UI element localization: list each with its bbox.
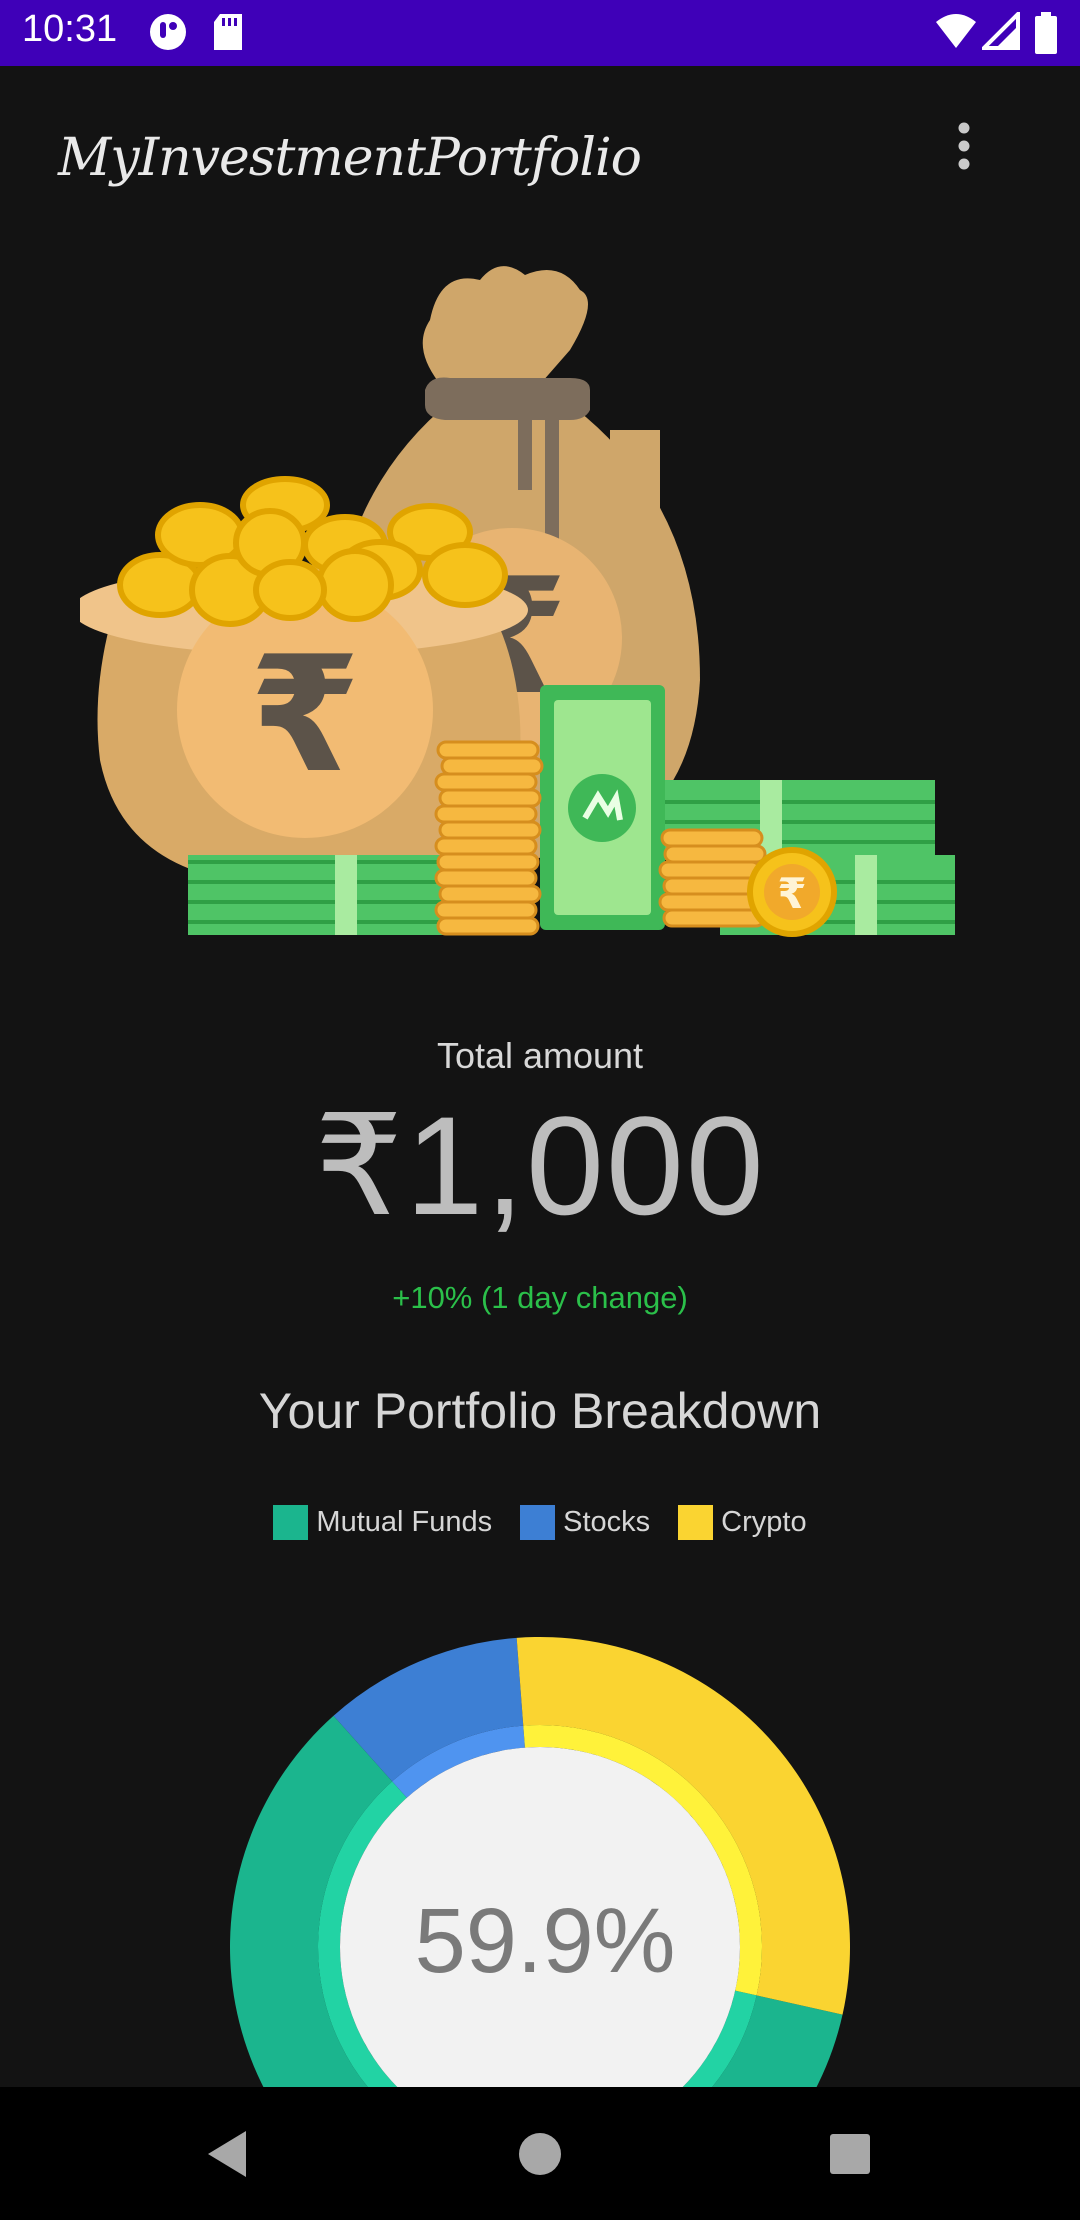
more-vertical-icon[interactable] bbox=[940, 118, 988, 178]
battery-icon bbox=[1035, 12, 1057, 54]
day-change-text: +10% (1 day change) bbox=[392, 1280, 688, 1315]
screen: 10:31 MyInvestmentPortfolio ₹ ₹ ₹ Total … bbox=[0, 0, 1080, 2220]
notification-app-icon bbox=[150, 14, 186, 50]
legend-swatch-mutual-funds bbox=[273, 1505, 309, 1540]
wifi-icon bbox=[936, 14, 976, 48]
chart-legend: Mutual Funds Stocks Crypto bbox=[0, 1505, 1080, 1540]
svg-text:₹: ₹ bbox=[777, 869, 806, 918]
legend-label-stocks: Stocks bbox=[563, 1506, 651, 1538]
signal-icon bbox=[982, 12, 1020, 50]
legend-label-mutual-funds: Mutual Funds bbox=[316, 1506, 493, 1538]
legend-label-crypto: Crypto bbox=[721, 1506, 807, 1538]
legend-swatch-crypto bbox=[678, 1505, 714, 1540]
back-triangle-icon[interactable] bbox=[168, 2087, 288, 2220]
money-bags-illustration: ₹ ₹ ₹ bbox=[80, 266, 955, 937]
portfolio-donut-chart[interactable]: 59.9% bbox=[0, 1620, 1080, 2090]
navigation-bar bbox=[0, 2087, 1080, 2220]
rupee-coin: ₹ bbox=[747, 847, 837, 937]
total-amount-value: ₹1,000 bbox=[314, 1087, 766, 1244]
home-circle-icon[interactable] bbox=[480, 2087, 600, 2220]
recents-square-icon[interactable] bbox=[790, 2087, 910, 2220]
legend-swatch-stocks bbox=[520, 1505, 556, 1540]
legend-item-crypto: Crypto bbox=[678, 1505, 807, 1540]
legend-item-stocks: Stocks bbox=[520, 1505, 650, 1540]
svg-text:₹: ₹ bbox=[249, 621, 360, 808]
app-title: MyInvestmentPortfolio bbox=[58, 128, 642, 188]
legend-item-mutual-funds: Mutual Funds bbox=[273, 1505, 492, 1540]
status-bar: 10:31 bbox=[0, 0, 1080, 66]
status-time: 10:31 bbox=[22, 8, 118, 50]
sd-card-icon bbox=[214, 14, 242, 50]
total-amount-label: Total amount bbox=[436, 1035, 644, 1076]
donut-center-label: 59.9% bbox=[415, 1890, 676, 1992]
breakdown-title: Your Portfolio Breakdown bbox=[258, 1383, 822, 1439]
